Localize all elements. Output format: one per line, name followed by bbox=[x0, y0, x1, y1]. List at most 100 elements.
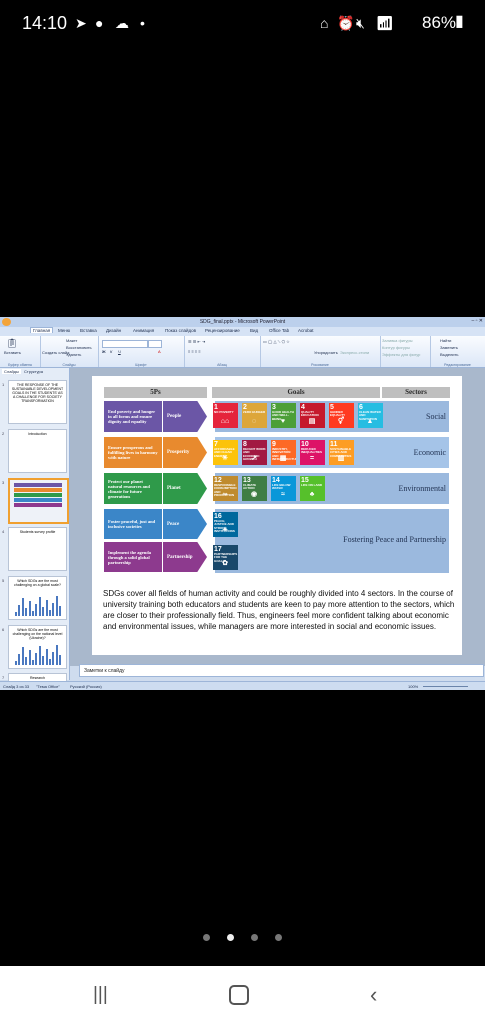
home-icon[interactable] bbox=[229, 985, 249, 1005]
thumbnail-chart-bar bbox=[59, 655, 62, 665]
slides-group: Создать слайд Макет Восстановить Удалить… bbox=[40, 336, 99, 367]
slide-editor: 5Ps Goals Sectors End poverty and hunger… bbox=[70, 368, 485, 666]
thumbnail-row bbox=[14, 488, 62, 492]
goal-symbol-icon: ◌ bbox=[251, 418, 257, 425]
ribbon-tab[interactable]: Вставка bbox=[80, 328, 97, 333]
thumbnail-chart-bar bbox=[28, 650, 31, 665]
p-description: Implement the agenda through a solid glo… bbox=[104, 542, 162, 572]
header-5ps: 5Ps bbox=[104, 387, 207, 398]
sector-label: Economic bbox=[413, 448, 446, 457]
page-dot[interactable] bbox=[275, 934, 282, 941]
page-dot[interactable] bbox=[251, 934, 258, 941]
p-description: Protect our planet natural resources and… bbox=[104, 473, 162, 504]
office-button[interactable] bbox=[2, 318, 11, 326]
thumbnail-row bbox=[14, 483, 62, 487]
reset-button[interactable]: Восстановить bbox=[66, 345, 92, 350]
p-arrow: People bbox=[163, 401, 207, 432]
sdg-goal-tile: 9INDUSTRY, INNOVATION AND INFRASTRUCTURE… bbox=[271, 440, 296, 465]
thumbnail-title: Students survey profile bbox=[19, 530, 56, 534]
tab-slides[interactable]: Слайды bbox=[2, 369, 21, 374]
ribbon-tab[interactable]: Показ слайдов bbox=[165, 328, 196, 333]
thumbnail-number: 5 bbox=[2, 578, 5, 583]
group-label: Абзац bbox=[217, 363, 227, 367]
sdg-goal-tile: 6 CLEAN WATER AND SANITATION ▲ bbox=[358, 403, 383, 428]
page-dot[interactable] bbox=[227, 934, 234, 941]
paste-button[interactable]: Вставить bbox=[4, 350, 21, 355]
mute-icon: 🔇︎ bbox=[356, 15, 365, 31]
ribbon: 📋︎ Вставить Буфер обмена Создать слайд М… bbox=[0, 336, 485, 368]
slide-thumbnail[interactable]: Which SDGs are the most challenging on t… bbox=[8, 625, 67, 669]
thumbnail-chart-bar bbox=[18, 654, 21, 665]
page-dot[interactable] bbox=[203, 934, 210, 941]
thumbnail-chart-bar bbox=[18, 605, 21, 616]
thumbnail-chart-bar bbox=[38, 646, 41, 665]
find-button[interactable]: Найти bbox=[440, 338, 451, 343]
sdg-goal-tile: 13 CLIMATE ACTION ◉ bbox=[242, 476, 267, 501]
thumbnail-row bbox=[14, 503, 62, 507]
goal-symbol-icon: ♣ bbox=[309, 491, 315, 498]
italic-button[interactable]: К bbox=[110, 349, 112, 354]
thumbnail-number: 6 bbox=[2, 627, 5, 632]
delete-button[interactable]: Удалить bbox=[66, 352, 81, 357]
slide-thumbnail[interactable]: Introduction bbox=[8, 429, 67, 473]
goal-symbol-icon: ∞ bbox=[222, 491, 228, 498]
align-buttons[interactable]: ≡ ≡ ≡ ≡ bbox=[188, 349, 201, 354]
ribbon-tab[interactable]: Дизайн bbox=[106, 328, 121, 333]
zoom-slider[interactable] bbox=[423, 686, 468, 687]
thumbnail-chart-bar bbox=[45, 600, 48, 616]
thumbnail-number: 3 bbox=[2, 480, 5, 485]
bold-button[interactable]: Ж bbox=[102, 349, 106, 354]
font-size-field[interactable] bbox=[148, 340, 162, 348]
language: Русский (Россия) bbox=[70, 684, 102, 689]
shape-fill-button[interactable]: Заливка фигуры bbox=[382, 338, 413, 343]
underline-button[interactable]: Ч bbox=[118, 349, 121, 354]
window-controls[interactable]: – ▫ ✕ bbox=[471, 318, 483, 324]
thumbnail-number: 1 bbox=[2, 382, 5, 387]
slide-thumbnail[interactable]: Which SDGs are the most challenging on a… bbox=[8, 576, 67, 620]
thumbnail-chart-bar bbox=[25, 608, 28, 616]
slide-thumbnail[interactable] bbox=[8, 478, 69, 524]
goal-symbol-icon: ✦ bbox=[222, 527, 228, 534]
goal-symbol-icon: ⌂⌂ bbox=[220, 418, 230, 425]
arrange-button[interactable]: Упорядочить bbox=[314, 350, 338, 355]
shape-effects-button[interactable]: Эффекты для фигур bbox=[382, 352, 420, 357]
recent-apps-icon[interactable]: ||| bbox=[93, 984, 108, 1006]
thumbnail-title: Introduction bbox=[28, 432, 47, 436]
thumbnail-chart-bar bbox=[21, 598, 24, 616]
sector-label: Environmental bbox=[398, 484, 446, 493]
shapes-gallery[interactable]: ▭ ◯ △ ⟍ ⬠ ☆ bbox=[263, 339, 290, 344]
goal-title: REDUCED INEQUALITIES bbox=[301, 447, 323, 455]
goal-title: NO POVERTY bbox=[214, 410, 234, 414]
bullets-button[interactable]: ☰ ☰ ⇤ ⇥ bbox=[188, 339, 205, 344]
goal-title: CLIMATE ACTION bbox=[243, 483, 257, 491]
ribbon-tab[interactable]: Главная bbox=[30, 327, 54, 333]
slide[interactable]: 5Ps Goals Sectors End poverty and hunger… bbox=[92, 376, 462, 655]
quick-styles-button[interactable]: Экспресс-стили bbox=[340, 350, 369, 355]
goal-symbol-icon: ≈ bbox=[281, 491, 285, 498]
paste-icon[interactable]: 📋︎ bbox=[6, 338, 17, 349]
goal-title: GENDER EQUALITY bbox=[330, 410, 346, 418]
back-icon[interactable]: ‹ bbox=[370, 982, 377, 1008]
ribbon-tab[interactable]: Office Tab bbox=[269, 328, 289, 333]
status-bar: 14:10 ➤ ● ☁ • ⌂ ⏰ 🔇︎ 📶︎ 86% ▮ bbox=[0, 0, 485, 46]
goal-symbol-icon: ▦ bbox=[279, 455, 287, 462]
replace-button[interactable]: Заменить bbox=[440, 345, 458, 350]
slide-thumbnail[interactable]: Students survey profile bbox=[8, 527, 67, 571]
thumbnail-chart-bar bbox=[49, 610, 51, 616]
drawing-group: ▭ ◯ △ ⟍ ⬠ ☆ Упорядочить Экспресс-стили Р… bbox=[260, 336, 381, 367]
select-button[interactable]: Выделить bbox=[440, 352, 458, 357]
tab-outline[interactable]: Структура bbox=[24, 369, 43, 374]
font-name-field[interactable] bbox=[102, 340, 148, 348]
shape-outline-button[interactable]: Контур фигуры bbox=[382, 345, 410, 350]
notes-field[interactable]: Заметки к слайду bbox=[79, 664, 484, 677]
slide-thumbnail[interactable]: THE RESPONSE OF THE SUSTAINABLE DEVELOPM… bbox=[8, 380, 67, 424]
ribbon-tab[interactable]: Вид bbox=[250, 328, 258, 333]
ribbon-tab[interactable]: Рецензирование bbox=[205, 328, 240, 333]
zoom-level: 100% bbox=[408, 684, 419, 689]
ribbon-tab[interactable]: Анимация bbox=[133, 328, 154, 333]
ribbon-tab[interactable]: Acrobat bbox=[298, 328, 314, 333]
layout-button[interactable]: Макет bbox=[66, 338, 77, 343]
font-color-button[interactable]: A bbox=[158, 349, 161, 354]
ribbon-tab[interactable]: Меню bbox=[58, 328, 70, 333]
thumbnail-row bbox=[14, 498, 62, 502]
